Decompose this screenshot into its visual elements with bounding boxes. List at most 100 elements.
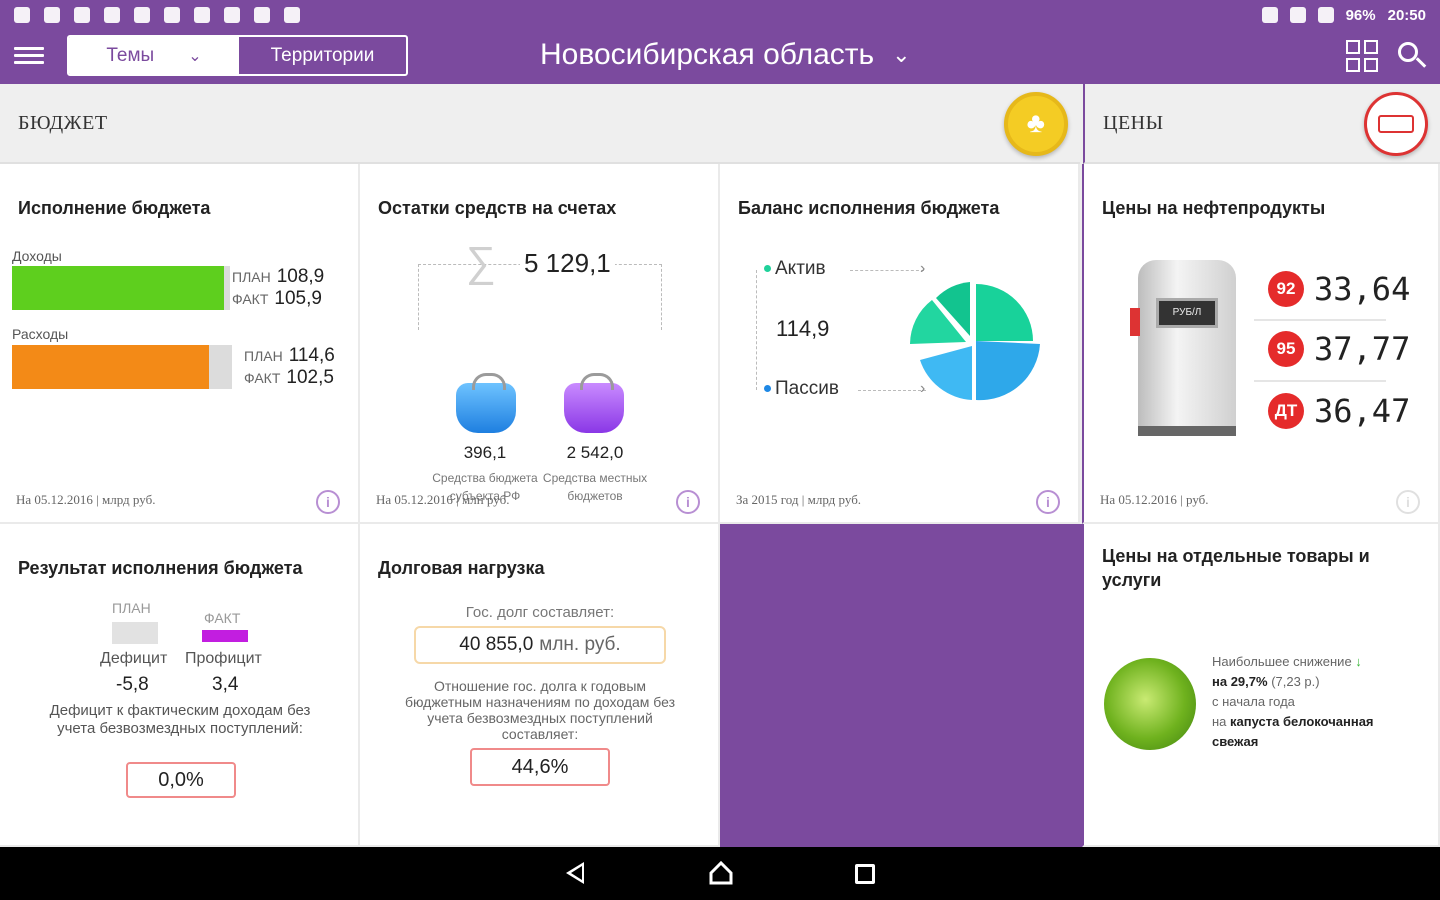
info-icon[interactable]: i (676, 490, 700, 514)
deficit-note: Дефицит к фактическим доходам без учета … (49, 702, 311, 737)
goods-product: капуста белокочанная свежая (1212, 714, 1374, 749)
card-budget-result[interactable]: Результат исполнения бюджета ПЛАН ФАКТ Д… (0, 524, 360, 847)
info-icon[interactable]: i (316, 490, 340, 514)
card-footer: За 2015 год | млрд руб. (736, 492, 862, 507)
section-prices-title: ЦЕНЫ (1103, 111, 1164, 134)
card-fuel-prices[interactable]: Цены на нефтепродукты РУБ/Л 92 33,64 95 … (1082, 164, 1440, 524)
card-budget-execution[interactable]: Исполнение бюджета Доходы ПЛАН 108,9 ФАКТ… (0, 164, 360, 524)
fact-swatch (202, 630, 248, 642)
card-budget-balance[interactable]: Баланс исполнения бюджета Актив › 114,9 … (720, 164, 1080, 524)
back-icon[interactable] (566, 862, 584, 884)
square-icon (104, 7, 120, 23)
info-icon[interactable]: i (1396, 490, 1420, 514)
grid-view-icon[interactable] (1346, 40, 1378, 72)
region-selector[interactable]: Новосибирская область ⌄ (540, 38, 911, 72)
pump-base (1138, 426, 1236, 436)
system-navbar (0, 847, 1440, 900)
tab-themes[interactable]: Темы ⌄ (69, 37, 239, 74)
rotate-icon (1261, 7, 1278, 23)
chevron-down-icon: ⌄ (892, 42, 911, 67)
pie-passive-slice-2 (920, 346, 972, 400)
goods-change-rub: (7,23 р.) (1271, 674, 1320, 689)
fuel-pump-icon: РУБ/Л (1138, 260, 1236, 436)
goods-change: на 29,7% (1212, 674, 1268, 689)
card-goods-prices[interactable]: Цены на отдельные товары и услуги Наибол… (1082, 524, 1440, 847)
card-debt-load[interactable]: Долговая нагрузка Гос. долг составляет: … (360, 524, 720, 847)
expense-bar (12, 345, 232, 389)
chevron-down-icon: ⌄ (188, 47, 202, 65)
dashboard: БЮДЖЕТ ♣ ЦЕНЫ Исполнение бюджета Доходы … (0, 84, 1440, 847)
income-plan-value: 108,9 (276, 266, 325, 287)
deficit-ratio: 0,0% (126, 762, 236, 798)
passive-text: Пассив (775, 378, 839, 399)
wifi-icon (1289, 7, 1306, 23)
nozzle-icon (1130, 308, 1140, 336)
card-title: Результат исполнения бюджета (18, 558, 303, 578)
card-footer: На 05.12.2016 | руб. (1100, 492, 1209, 507)
expense-label: Расходы (12, 326, 69, 342)
fact-label: ФАКТ (204, 610, 241, 626)
expense-bar-fill (12, 345, 209, 389)
income-label: Доходы (12, 248, 62, 264)
document-icon (224, 7, 240, 23)
tab-territories[interactable]: Территории (239, 37, 406, 74)
active-line (850, 270, 924, 271)
income-bar-fill (12, 266, 224, 310)
debt-intro: Гос. долг составляет: (465, 604, 615, 621)
income-values: ПЛАН 108,9 ФАКТ 105,9 (232, 266, 324, 310)
home-icon[interactable] (709, 861, 733, 885)
fact-label: ФАКТ (244, 370, 281, 386)
recent-apps-icon[interactable] (855, 864, 875, 884)
balance-pie-chart (910, 282, 1040, 401)
cabbage-icon (1104, 658, 1196, 750)
plan-label: ПЛАН (244, 348, 283, 364)
divider (1254, 319, 1386, 321)
expense-values: ПЛАН 114,6 ФАКТ 102,5 (244, 345, 335, 389)
info-icon[interactable]: i (1036, 490, 1060, 514)
fuel-price: 33,64 (1314, 270, 1411, 308)
active-text: Актив (775, 258, 826, 279)
card-title: Цены на отдельные товары и услуги (1102, 546, 1370, 590)
card-title: Цены на нефтепродукты (1102, 198, 1326, 218)
pump-display: РУБ/Л (1156, 298, 1218, 328)
total-balance: 5 129,1 (520, 248, 615, 279)
plan-label: ПЛАН (232, 269, 271, 285)
menu-icon[interactable] (14, 43, 44, 69)
goods-line1: Наибольшее снижение (1212, 654, 1352, 669)
pie-passive-slice (976, 341, 1040, 401)
chat-icon (254, 7, 270, 23)
tab-themes-label: Темы (106, 44, 155, 66)
card-title: Долговая нагрузка (378, 558, 545, 578)
income-fact-value: 105,9 (274, 288, 322, 309)
debt-amount-box: 40 855,0 млн. руб. (414, 626, 666, 664)
section-budget: БЮДЖЕТ ♣ (0, 84, 1080, 164)
arrow-down-icon: ↓ (1355, 654, 1362, 669)
expense-fact-value: 102,5 (286, 367, 334, 388)
fuel-price: 36,47 (1314, 392, 1411, 430)
card-title: Исполнение бюджета (18, 198, 211, 218)
goods-period: с начала года (1212, 694, 1295, 709)
card-title: Остатки средств на счетах (378, 198, 617, 218)
app-icon (14, 7, 30, 23)
notification-icons (14, 7, 300, 23)
card-title: Баланс исполнения бюджета (738, 198, 1000, 218)
search-icon[interactable] (1398, 42, 1427, 70)
tab-territories-label: Территории (270, 44, 375, 66)
local-desc: Средства местных бюджетов (542, 471, 648, 503)
sigma-icon: ∑ (466, 238, 496, 285)
battery-level: 96% (1345, 6, 1376, 24)
balance-value: 114,9 (776, 316, 830, 341)
app-bar: Темы ⌄ Территории Новосибирская область … (0, 30, 1440, 84)
surplus-label: Профицит (185, 650, 262, 667)
fuel-price-95: 95 37,77 (1268, 330, 1410, 368)
goods-prefix: на (1212, 714, 1227, 729)
card-account-balances[interactable]: Остатки средств на счетах ∑ 5 129,1 396,… (360, 164, 720, 524)
surplus-value: 3,4 (212, 674, 239, 695)
view-switcher: Темы ⌄ Территории (67, 35, 408, 76)
section-prices: ЦЕНЫ (1083, 84, 1440, 164)
income-bar (12, 266, 230, 310)
sim-icon (1317, 7, 1334, 23)
grade-badge: 95 (1268, 331, 1304, 367)
deficit-value: -5,8 (116, 674, 149, 695)
fuel-price: 37,77 (1314, 330, 1411, 368)
